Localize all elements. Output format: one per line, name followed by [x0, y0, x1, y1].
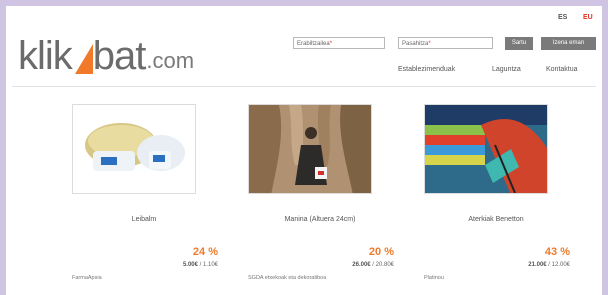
old-price: 26.00€: [352, 262, 371, 268]
price: 21.00€ / 12.00€: [528, 262, 570, 268]
language-eu-link[interactable]: EU: [583, 14, 593, 21]
nav-help[interactable]: Laguntza: [492, 66, 521, 73]
discount-badge: 24 %: [192, 246, 218, 258]
product-image[interactable]: [248, 104, 372, 194]
login-button[interactable]: Sartu: [505, 37, 533, 50]
umbrella-image: [425, 105, 547, 193]
old-price: 5.00€: [182, 262, 198, 268]
password-placeholder: Pasahitza: [402, 41, 429, 47]
password-field[interactable]: Pasahitza*: [398, 37, 493, 49]
cream-jar-image: [73, 105, 195, 193]
language-es-link[interactable]: ES: [558, 14, 567, 21]
required-marker: *: [428, 41, 431, 47]
product-name: Leibalm: [131, 216, 157, 223]
header-divider: [12, 86, 596, 87]
logo-text-klik: klik: [18, 34, 73, 78]
new-price: 1.10€: [202, 262, 218, 268]
nav-establishments[interactable]: Establezimenduak: [398, 66, 455, 73]
product-name: Manina (Altuera 24cm): [284, 216, 356, 223]
product-name: Aterkiak Benetton: [468, 216, 524, 223]
username-placeholder: Erabiltzailea: [297, 41, 330, 47]
username-field[interactable]: Erabiltzailea*: [293, 37, 385, 49]
page: ES EU klik bat .com Erabiltzailea* Pasah…: [6, 6, 602, 295]
logo-text-bat: bat: [92, 34, 147, 78]
store-name[interactable]: Platinou: [424, 275, 444, 281]
new-price: 20.80€: [375, 262, 394, 268]
logo-sail-icon: [74, 44, 93, 74]
old-price: 21.00€: [528, 262, 547, 268]
store-name[interactable]: FarmaApsia: [72, 275, 102, 281]
site-logo[interactable]: klik bat .com: [18, 28, 194, 76]
discount-badge: 20 %: [368, 246, 394, 258]
store-name[interactable]: SGDA etxekoak eta dekoratiboa: [248, 275, 326, 281]
price: 5.00€ / 1.10€: [182, 262, 218, 268]
product-image[interactable]: [424, 104, 548, 194]
product-image[interactable]: [72, 104, 196, 194]
new-price: 12.00€: [551, 262, 570, 268]
discount-badge: 43 %: [544, 246, 570, 258]
price: 26.00€ / 20.80€: [352, 262, 394, 268]
doll-figure-image: [249, 105, 371, 193]
nav-contact[interactable]: Kontaktua: [546, 66, 578, 73]
required-marker: *: [329, 41, 333, 47]
register-button[interactable]: Izena eman: [541, 37, 596, 50]
logo-text-domain: .com: [146, 48, 195, 73]
